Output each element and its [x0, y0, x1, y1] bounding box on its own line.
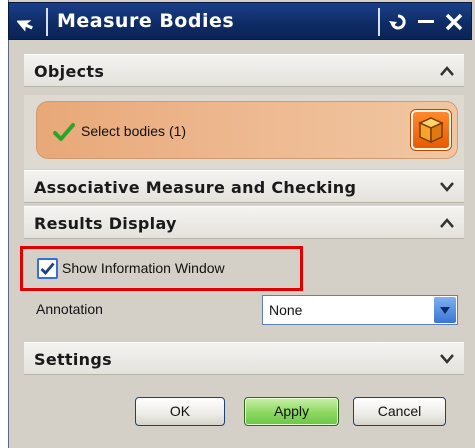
settings-section-header[interactable]: Settings: [24, 342, 464, 375]
chevron-down-icon[interactable]: [438, 351, 456, 367]
section-title: Results Display: [34, 214, 177, 233]
dialog-title: Measure Bodies: [57, 10, 235, 32]
apply-button[interactable]: Apply: [244, 397, 339, 426]
annotation-value: None: [269, 302, 303, 318]
chevron-down-icon[interactable]: [438, 179, 456, 195]
associative-section-header[interactable]: Associative Measure and Checking: [24, 170, 464, 203]
cube-select-button[interactable]: [411, 110, 451, 150]
ok-button[interactable]: OK: [135, 397, 225, 426]
cancel-button[interactable]: Cancel: [353, 397, 446, 426]
objects-section-header[interactable]: Objects: [24, 54, 464, 87]
show-info-label[interactable]: Show Information Window: [62, 260, 225, 276]
objects-section-body: Select bodies (1): [24, 95, 464, 169]
minimize-icon[interactable]: [413, 8, 439, 36]
annotation-label: Annotation: [36, 301, 103, 317]
select-bodies-label: Select bodies (1): [81, 123, 187, 139]
select-bodies-row[interactable]: Select bodies (1): [36, 101, 458, 159]
annotation-select[interactable]: None: [262, 295, 458, 325]
chevron-up-icon[interactable]: [438, 63, 456, 79]
section-title: Objects: [34, 62, 105, 81]
section-title: Associative Measure and Checking: [34, 178, 357, 197]
select-arrow-icon[interactable]: [11, 6, 43, 37]
results-section-header[interactable]: Results Display: [24, 206, 464, 239]
cube-icon: [418, 117, 444, 144]
close-icon[interactable]: [441, 8, 467, 36]
section-title: Settings: [34, 350, 112, 369]
title-separator: [378, 8, 380, 36]
checkmark-icon: [40, 262, 55, 275]
title-separator: [46, 8, 48, 36]
title-bar[interactable]: Measure Bodies: [8, 2, 472, 40]
chevron-up-icon[interactable]: [438, 215, 456, 231]
show-info-checkbox[interactable]: [37, 258, 58, 279]
dropdown-arrow-icon[interactable]: [434, 297, 456, 323]
checkmark-icon: [53, 123, 75, 141]
reset-icon[interactable]: [385, 8, 411, 36]
